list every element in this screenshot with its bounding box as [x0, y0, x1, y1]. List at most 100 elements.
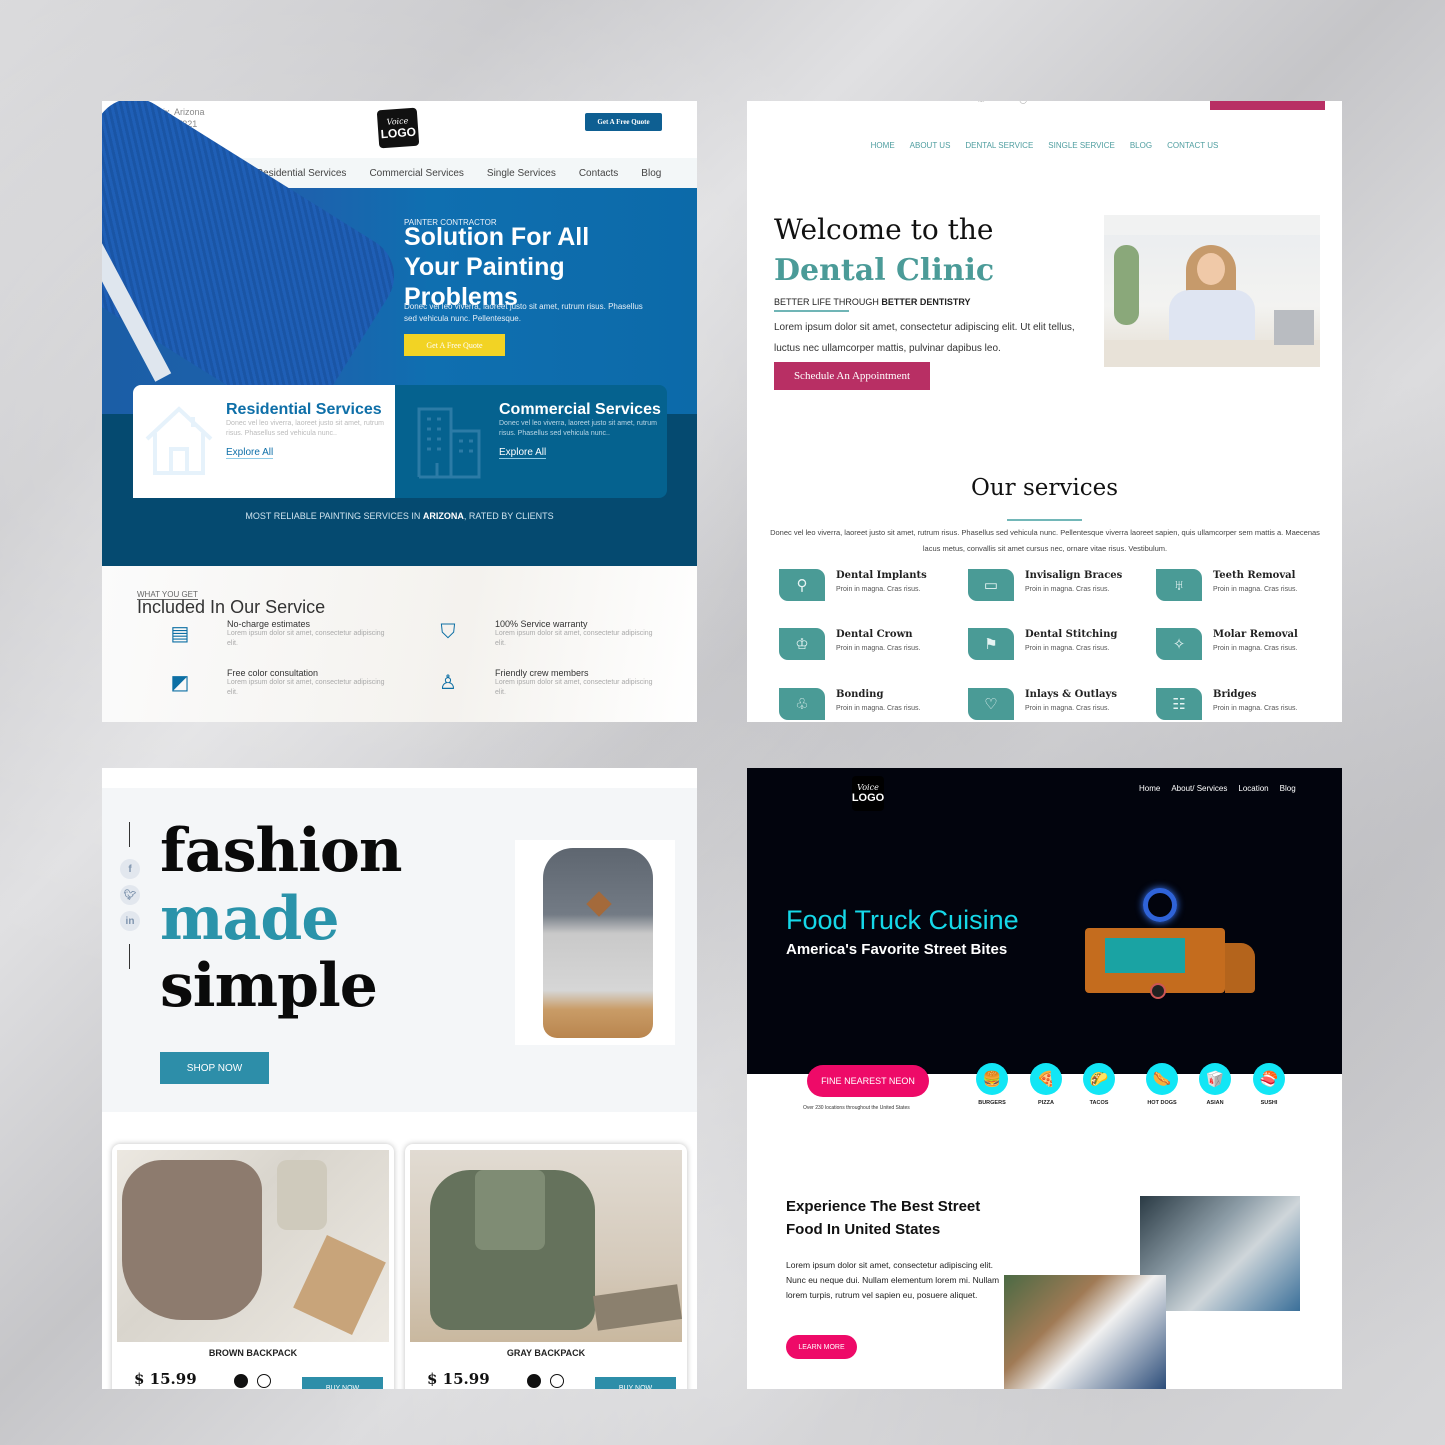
category-burgers[interactable]: 🍔 BURGERS [969, 1063, 1015, 1106]
tagline-text: MOST RELIABLE PAINTING SERVICES IN [245, 511, 423, 521]
divider-line [129, 822, 130, 847]
extraction-icon: ♅ [1156, 569, 1202, 601]
service-name: Molar Removal [1213, 629, 1298, 640]
service-item[interactable]: ☷ Bridges Proin in magna. Cras risus. [1156, 688, 1336, 722]
hero-title: Welcome to the [774, 213, 994, 246]
twitter-icon[interactable]: 🐦︎ [120, 885, 140, 905]
category-tacos[interactable]: 🌮 TACOS [1076, 1063, 1122, 1106]
feature-title: 100% Service warranty [495, 619, 588, 629]
schedule-appointment-button[interactable]: Schedule An Appointment [774, 362, 930, 390]
nav-single[interactable]: Single Services [487, 168, 556, 179]
gray-backpack-image [410, 1150, 683, 1342]
feature-desc: Lorem ipsum dolor sit amet, consectetur … [495, 679, 653, 696]
buy-now-button[interactable]: BUY NOW [302, 1377, 383, 1389]
services-desc: Donec vel leo viverra, laoreet justo sit… [770, 528, 1320, 553]
nav-single-service[interactable]: SINGLE SERVICE [1048, 141, 1115, 150]
explore-all-link[interactable]: Explore All [499, 447, 547, 459]
product-price: $ 15.99 [427, 1370, 490, 1388]
experience-text: Lorem ipsum dolor sit amet, consectetur … [786, 1260, 1000, 1300]
nav-about[interactable]: ABOUT US [910, 141, 951, 150]
service-item[interactable]: ♡ Inlays & Outlays Proin in magna. Cras ri… [968, 688, 1148, 722]
feature-title: Friendly crew members [495, 668, 589, 678]
color-option-white[interactable] [550, 1374, 564, 1388]
service-item[interactable]: ♧ Bonding Proin in magna. Cras risus. [779, 688, 959, 722]
product-card[interactable]: GRAY BACKPACK $ 15.99 BUY NOW [405, 1144, 687, 1389]
service-desc: Proin in magna. Cras risus. [1213, 705, 1298, 712]
color-option-black[interactable] [234, 1374, 248, 1388]
service-item[interactable]: ⚲ Dental Implants Proin in magna. Cras ris… [779, 569, 959, 605]
nav-home[interactable]: Home [1139, 784, 1160, 793]
color-option-white[interactable] [257, 1374, 271, 1388]
nav-location[interactable]: Location [1238, 784, 1268, 793]
hero-tagline: BETTER LIFE THROUGH BETTER DENTISTRY [774, 297, 971, 307]
product-card[interactable]: BROWN BACKPACK $ 15.99 BUY NOW [112, 1144, 394, 1389]
hero-title: Food Truck Cuisine [786, 905, 1019, 935]
tagline-bold: BETTER DENTISTRY [881, 297, 971, 307]
food-truck-image [1065, 888, 1280, 1008]
residential-card[interactable]: Residential Services Donec vel leo viver… [133, 385, 395, 498]
tagline: MOST RELIABLE PAINTING SERVICES IN ARIZO… [102, 511, 697, 521]
service-item[interactable]: ⚑ Dental Stitching Proin in magna. Cras ri… [968, 628, 1148, 664]
estimate-calculator-icon: ▤ [170, 623, 190, 645]
category-sushi[interactable]: 🍣 SUSHI [1246, 1063, 1292, 1106]
logo[interactable]: Voice LOGO [376, 107, 420, 149]
explore-all-link[interactable]: Explore All [226, 447, 274, 459]
feature-desc: Lorem ipsum dolor sit amet, consectetur … [495, 630, 653, 647]
linkedin-icon[interactable]: in [120, 911, 140, 931]
category-pizza[interactable]: 🍕 PIZZA [1023, 1063, 1069, 1106]
building-icon [417, 407, 481, 479]
locations-note: Over 230 locations throughout the United… [803, 1105, 910, 1111]
category-label: ASIAN [1206, 1100, 1224, 1106]
implant-icon: ⚲ [779, 569, 825, 601]
product-name: BROWN BACKPACK [208, 1348, 298, 1358]
molar-icon: ✧ [1156, 628, 1202, 660]
learn-more-button[interactable]: LEARN MORE [786, 1335, 857, 1359]
top-appointment-button[interactable] [1210, 101, 1325, 110]
hot-dog-icon: 🌭 [1146, 1063, 1178, 1095]
find-nearest-button[interactable]: FINE NEAREST NEON [807, 1065, 929, 1097]
service-name: Dental Implants [836, 570, 927, 581]
category-label: HOT DOGS [1147, 1100, 1177, 1106]
nav-dental-service[interactable]: DENTAL SERVICE [965, 141, 1033, 150]
category-hot-dogs[interactable]: 🌭 HOT DOGS [1139, 1063, 1185, 1106]
sushi-icon: 🍣 [1253, 1063, 1285, 1095]
nav-about-services[interactable]: About/ Services [1171, 784, 1227, 793]
facebook-icon[interactable]: f [120, 859, 140, 879]
feature-title: Free color consultation [227, 668, 319, 678]
nav-commercial[interactable]: Commercial Services [369, 168, 463, 179]
hero-title-accent: Dental Clinic [774, 253, 995, 288]
service-item[interactable]: ♔ Dental Crown Proin in magna. Cras risus. [779, 628, 959, 664]
nav-home[interactable]: HOME [871, 141, 895, 150]
service-item[interactable]: ✧ Molar Removal Proin in magna. Cras risus… [1156, 628, 1336, 664]
bonding-icon: ♧ [779, 688, 825, 720]
house-icon [145, 406, 213, 475]
category-asian[interactable]: 🥡 ASIAN [1192, 1063, 1238, 1106]
color-option-black[interactable] [527, 1374, 541, 1388]
products-section: BROWN BACKPACK $ 15.99 BUY NOW GRAY BACK… [102, 1112, 697, 1389]
tagline-state: ARIZONA [422, 511, 464, 521]
nav-blog[interactable]: Blog [1280, 784, 1296, 793]
category-label: TACOS [1089, 1100, 1109, 1106]
service-name: Dental Crown [836, 629, 913, 640]
buy-now-button[interactable]: BUY NOW [595, 1377, 676, 1389]
service-name: Bonding [836, 689, 884, 700]
main-nav: Home About/ Services Location Blog [1139, 784, 1296, 793]
nav-blog[interactable]: Blog [641, 168, 661, 179]
service-item[interactable]: ▭ Invisalign Braces Proin in magna. Cras r… [968, 569, 1148, 605]
nav-contacts[interactable]: Contacts [579, 168, 618, 179]
logo[interactable]: Voice LOGO [852, 776, 884, 811]
service-desc: Proin in magna. Cras risus. [1025, 586, 1110, 593]
shop-now-button[interactable]: SHOP NOW [160, 1052, 269, 1084]
nav-blog[interactable]: BLOG [1130, 141, 1152, 150]
service-item[interactable]: ♅ Teeth Removal Proin in magna. Cras risus… [1156, 569, 1336, 605]
logo-text: LOGO [380, 124, 417, 141]
hero-quote-button[interactable]: Get A Free Quote [404, 334, 505, 356]
nav-contact[interactable]: CONTACT US [1167, 141, 1218, 150]
feature-item: ♙ Friendly crew members Lorem ipsum dolo… [435, 668, 655, 698]
hero-section: PAINTER CONTRACTOR Solution For All Your… [102, 101, 697, 433]
product-name: GRAY BACKPACK [506, 1348, 586, 1358]
hero-intro: Lorem ipsum dolor sit amet, consectetur … [774, 322, 1075, 354]
get-quote-button[interactable]: Get A Free Quote [585, 113, 662, 131]
commercial-card[interactable]: Commercial Services Donec vel leo viverr… [395, 385, 667, 498]
shield-icon: ⛉ [440, 621, 456, 643]
